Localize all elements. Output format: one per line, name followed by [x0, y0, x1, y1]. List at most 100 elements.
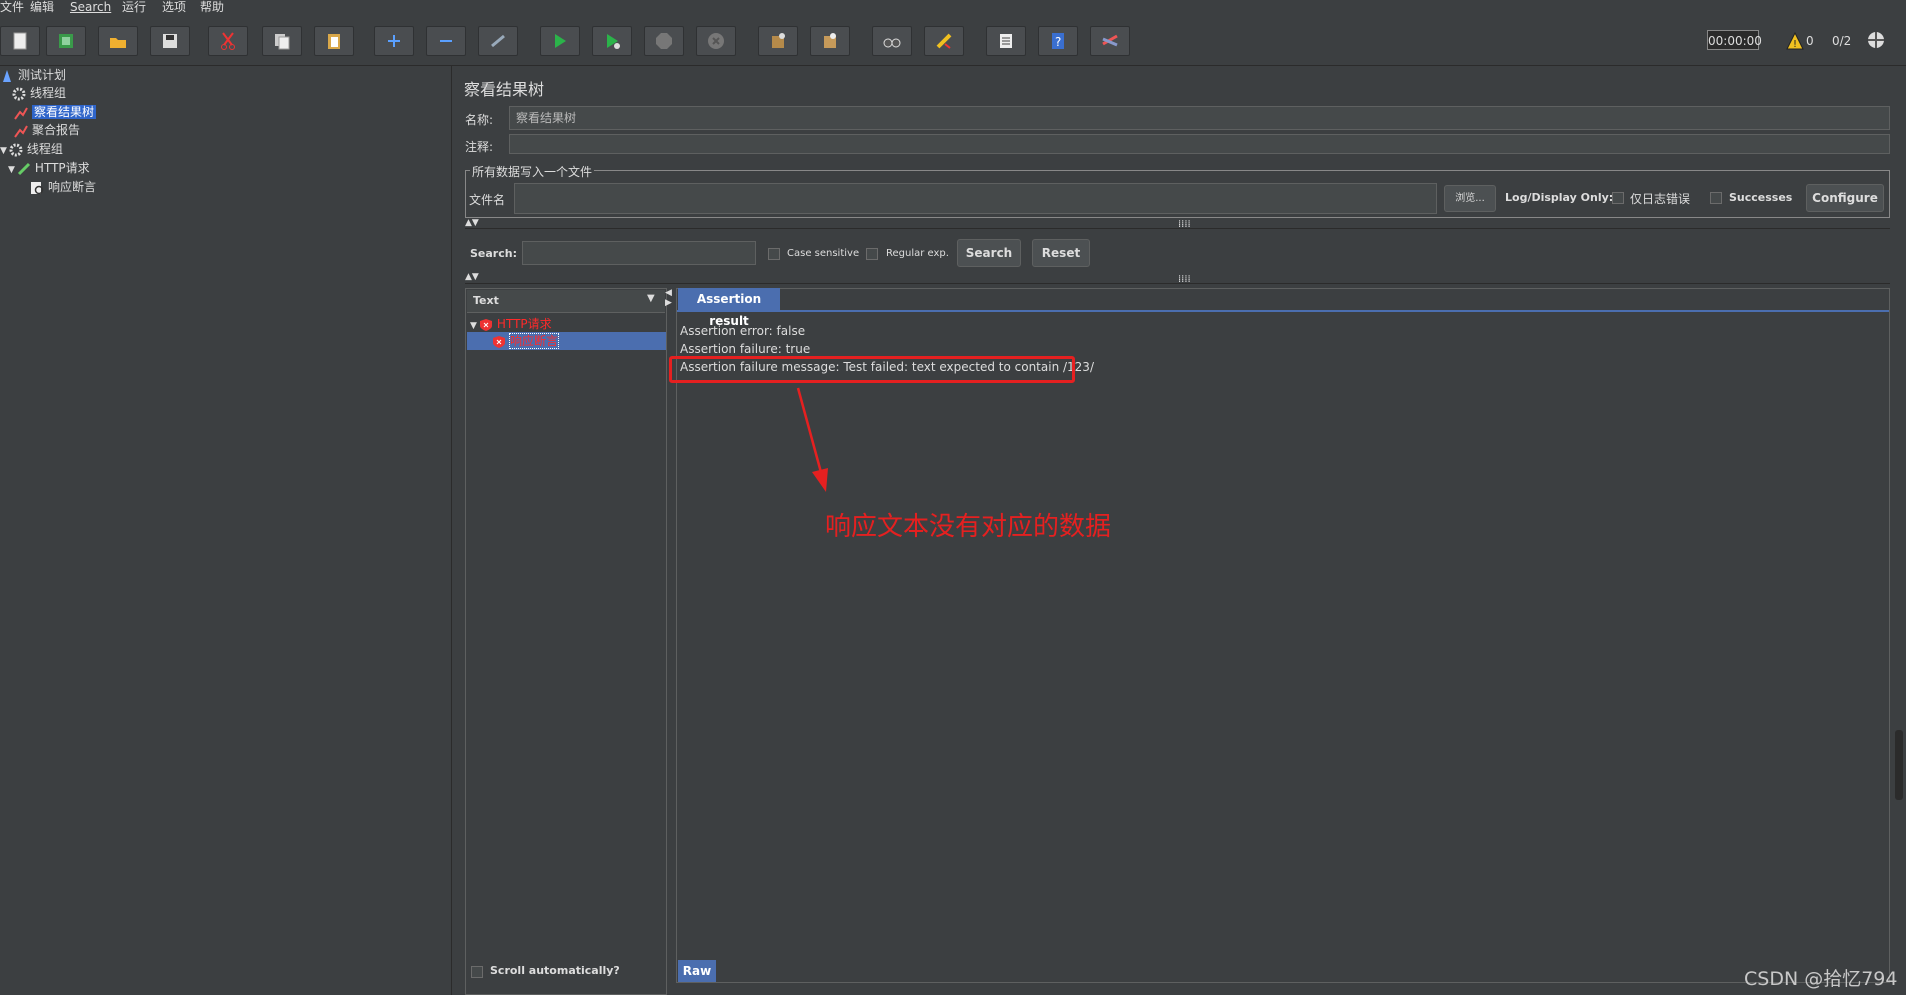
search-button[interactable] [872, 26, 912, 56]
search-icon [883, 38, 901, 48]
open-button[interactable] [98, 26, 138, 56]
paste-icon [328, 34, 340, 49]
log-display-label: Log/Display Only: [1505, 191, 1614, 204]
tab-assertion-result[interactable]: Assertion result [678, 288, 780, 328]
grip-icon[interactable]: ⁞⁞⁞⁞ [1178, 274, 1191, 285]
elapsed-timer: 00:00:00 [1707, 30, 1762, 50]
split-arrows-icon[interactable]: ◀ ▶ [665, 288, 673, 308]
grip-icon[interactable]: ⁞⁞⁞⁞ [1178, 219, 1191, 230]
regex-checkbox[interactable] [866, 248, 878, 260]
reset-search-icon [936, 33, 952, 49]
tree-node-thread-group-1[interactable]: 线程组 [12, 84, 66, 102]
toggle-icon [491, 34, 505, 48]
stop-icon [656, 33, 672, 49]
globe-icon[interactable] [1866, 30, 1886, 50]
name-label: 名称: [465, 113, 494, 127]
cut-button[interactable] [208, 26, 248, 56]
menu-search[interactable]: Search [70, 0, 111, 14]
side-scrollbar[interactable] [1895, 730, 1903, 800]
browse-button[interactable]: 浏览... [1444, 185, 1496, 212]
new-icon [13, 32, 27, 50]
main-splitter[interactable] [441, 66, 452, 995]
tab-raw[interactable]: Raw [678, 960, 716, 982]
tree-node-thread-group-2[interactable]: ▼ 线程组 [0, 140, 63, 158]
menu-options[interactable]: 选项 [162, 0, 186, 14]
function-helper-button[interactable] [986, 26, 1026, 56]
search-label: Search: [470, 247, 517, 260]
configure-button[interactable]: Configure [1806, 184, 1884, 212]
comment-label: 注释: [465, 140, 494, 154]
expand-button[interactable] [374, 26, 414, 56]
toolbar: ? [0, 15, 1906, 66]
reset-button[interactable]: Reset [1032, 239, 1090, 267]
tab-underline [677, 310, 1889, 312]
errors-only-checkbox[interactable] [1612, 192, 1624, 204]
menu-file[interactable]: 文件 [0, 0, 24, 14]
name-field[interactable]: 察看结果树 [509, 106, 1890, 130]
case-sensitive-label: Case sensitive [787, 248, 860, 259]
tree-node-http-request[interactable]: ▼ HTTP请求 [8, 159, 90, 177]
annotation-text: 响应文本没有对应的数据 [825, 512, 1112, 542]
help-button[interactable]: ? [1038, 26, 1078, 56]
error-shield-icon [493, 335, 505, 348]
shutdown-icon [708, 33, 724, 49]
expand-arrow-icon[interactable]: ▼ [8, 165, 15, 175]
page-title: 察看结果树 [464, 80, 545, 99]
warning-icon: ! [1786, 32, 1804, 50]
successes-label: Successes [1729, 191, 1793, 204]
scroll-auto-label: Scroll automatically? [490, 964, 620, 977]
clear-all-button[interactable] [810, 26, 850, 56]
result-detail-panel [676, 288, 1890, 983]
renderer-select[interactable]: Text ▼ [467, 290, 665, 313]
tree-node-test-plan[interactable]: 测试计划 [0, 66, 66, 84]
assertion-failure-line: Assertion failure: true [680, 342, 811, 356]
tree-node-view-results-tree[interactable]: 察看结果树 [14, 103, 97, 121]
collapse-arrows-icon[interactable]: ▲▼ [465, 218, 479, 228]
collapse-arrows-icon[interactable]: ▲▼ [465, 272, 479, 282]
start-icon [555, 34, 566, 48]
warning-count: 0 [1806, 34, 1814, 48]
collapse-icon [440, 40, 452, 42]
copy-button[interactable] [262, 26, 302, 56]
new-button[interactable] [0, 26, 40, 56]
start-no-pauses-button[interactable] [592, 26, 632, 56]
search-submit-button[interactable]: Search [957, 239, 1021, 267]
result-item-response-assertion[interactable]: 响应断言 [492, 332, 560, 350]
test-plan-icon [3, 69, 11, 82]
comment-field[interactable] [509, 134, 1890, 154]
start-button[interactable] [540, 26, 580, 56]
expand-arrow-icon[interactable]: ▼ [470, 321, 477, 331]
reset-search-button[interactable] [924, 26, 964, 56]
stop-button[interactable] [644, 26, 684, 56]
successes-checkbox[interactable] [1710, 192, 1722, 204]
test-plan-tree: 测试计划 线程组 察看结果树 聚合报告 ▼ 线程组 ▼ HTTP请求 响应断言 [0, 66, 442, 995]
write-results-group-title: 所有数据写入一个文件 [470, 163, 595, 180]
menubar: 文件 编辑 Search 运行 选项 帮助 [0, 0, 1906, 14]
remote-icon [1102, 34, 1118, 47]
watermark: CSDN @拾忆794 [1744, 968, 1898, 990]
shutdown-button[interactable] [696, 26, 736, 56]
menu-edit[interactable]: 编辑 [30, 0, 54, 14]
scroll-auto-checkbox[interactable] [471, 966, 483, 978]
paste-button[interactable] [314, 26, 354, 56]
case-sensitive-checkbox[interactable] [768, 248, 780, 260]
tree-node-aggregate-report[interactable]: 聚合报告 [14, 121, 80, 139]
save-button[interactable] [150, 26, 190, 56]
templates-button[interactable] [46, 26, 86, 56]
menu-help[interactable]: 帮助 [200, 0, 224, 14]
expand-arrow-icon[interactable]: ▼ [0, 146, 7, 156]
filename-input[interactable] [514, 183, 1437, 214]
chevron-down-icon: ▼ [647, 293, 655, 304]
thread-group-icon [9, 143, 23, 156]
remote-button[interactable] [1090, 26, 1130, 56]
toggle-button[interactable] [478, 26, 518, 56]
menu-run[interactable]: 运行 [122, 0, 146, 14]
tree-node-response-assertion[interactable]: 响应断言 [30, 178, 96, 196]
result-item-http-request[interactable]: ▼ HTTP请求 [470, 315, 552, 333]
search-input[interactable] [522, 241, 756, 265]
collapse-button[interactable] [426, 26, 466, 56]
clear-button[interactable] [758, 26, 798, 56]
errors-only-label: 仅日志错误 [1630, 192, 1691, 206]
listener-icon [14, 125, 28, 138]
filename-label: 文件名 [469, 193, 506, 207]
